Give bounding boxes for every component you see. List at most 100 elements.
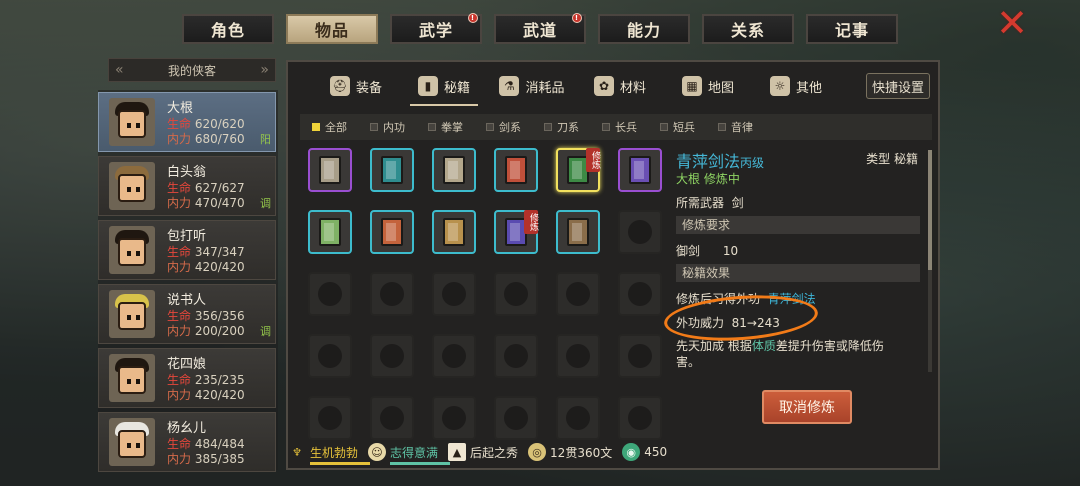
checkbox-icon [602,123,610,131]
tab-maps[interactable]: ▦ 地图 [664,66,752,106]
scrollbar-thumb[interactable] [928,150,932,270]
empty-slot[interactable] [494,272,538,316]
status-mood: ☺ 志得意满 [368,443,451,465]
party-header-label: 我的侠客 [167,63,216,78]
manual-slot[interactable] [494,148,538,192]
empty-slot[interactable] [308,334,352,378]
manual-slot[interactable] [432,210,476,254]
member-tag: 调 [260,197,271,210]
tab-relations[interactable]: 关系 [702,14,794,44]
filter-inner[interactable]: 内功 [370,119,428,135]
manual-slot[interactable] [308,148,352,192]
empty-slot[interactable] [494,334,538,378]
filter-long-weapon[interactable]: 长兵 [602,119,660,135]
empty-slot[interactable] [432,272,476,316]
filter-music[interactable]: 音律 [718,119,776,135]
map-icon: ▦ [681,76,702,96]
empty-slot[interactable] [556,396,600,440]
tab-martial-arts[interactable]: 武学! [390,13,482,44]
book-icon [629,156,651,184]
tab-equipment[interactable]: ⛑ 装备 [312,66,400,106]
empty-slot[interactable] [618,272,662,316]
tab-abilities[interactable]: 能力 [598,14,690,44]
avatar [109,98,155,146]
party-member[interactable]: 花四娘 生命 235/235 内力 420/420 [98,348,276,408]
manual-slot[interactable]: 修炼 [556,148,600,192]
empty-slot[interactable] [370,396,414,440]
tab-other[interactable]: ☼ 其他 [752,66,840,106]
tab-martial-path[interactable]: 武道! [494,13,586,44]
muscle-icon: ♆ [292,445,302,459]
empty-slot[interactable] [494,396,538,440]
party-list: 大根 生命 620/620 内力 680/760 阳 白头翁 生命 627/62… [98,90,278,472]
filter-fist[interactable]: 拳掌 [428,119,486,135]
face-icon: ☺ [368,443,387,461]
member-name: 白头翁 [167,165,207,180]
party-member[interactable]: 包打听 生命 347/347 内力 420/420 [98,220,276,280]
empty-slot[interactable] [556,334,600,378]
manual-slot[interactable] [308,210,352,254]
member-mp: 内力 385/385 [167,452,245,466]
filter-all[interactable]: 全部 [312,119,370,135]
tab-items[interactable]: 物品 [286,14,378,44]
requirement-section: 修炼要求 [676,216,920,234]
avatar [109,162,155,210]
member-name: 说书人 [167,293,207,308]
empty-slot[interactable] [370,334,414,378]
empty-slot[interactable] [618,396,662,440]
empty-slot[interactable] [432,334,476,378]
tab-manuals[interactable]: ▮ 秘籍 [400,66,488,106]
cultivating-badge: 修炼 [524,210,538,234]
item-type: 类型 秘籍 [866,152,918,166]
party-member[interactable]: 白头翁 生命 627/627 内力 470/470 调 [98,156,276,216]
empty-slot[interactable] [308,272,352,316]
empty-slot[interactable] [618,334,662,378]
tab-materials[interactable]: ✿ 材料 [576,66,664,106]
filter-bar: 全部 内功 拳掌 剑系 刀系 长兵 短兵 音律 [300,114,932,140]
quick-settings-button[interactable]: 快捷设置 [866,73,930,99]
checkbox-icon [370,123,378,131]
book-icon [505,156,527,184]
empty-slot[interactable] [370,272,414,316]
manual-slot[interactable] [370,210,414,254]
empty-slot[interactable] [618,210,662,254]
misc-icon: ☼ [769,76,790,96]
empty-slot[interactable] [308,396,352,440]
member-mp: 内力 420/420 [167,388,245,402]
filter-blade[interactable]: 刀系 [544,119,602,135]
close-icon[interactable]: ✕ [995,4,1029,42]
empty-slot[interactable] [432,396,476,440]
member-name: 包打听 [167,229,207,244]
tab-character[interactable]: 角色 [182,14,274,44]
manual-slot[interactable] [432,148,476,192]
notification-dot-icon: ! [572,13,582,23]
empty-slot[interactable] [556,272,600,316]
party-member[interactable]: 杨幺儿 生命 484/484 内力 385/385 [98,412,276,472]
chevron-left-icon[interactable]: « [115,62,124,78]
manual-slot[interactable] [556,210,600,254]
status-rank: ▲ 后起之秀 [448,443,518,461]
member-name: 杨幺儿 [167,421,207,436]
party-member[interactable]: 说书人 生命 356/356 内力 200/200 调 [98,284,276,344]
member-mp: 内力 420/420 [167,260,245,274]
checkbox-icon [544,123,552,131]
filter-sword[interactable]: 剑系 [486,119,544,135]
manual-slot[interactable] [370,148,414,192]
tab-journal[interactable]: 记事 [806,14,898,44]
manual-slot[interactable] [618,148,662,192]
top-tab-bar: 角色 物品 武学! 武道! 能力 关系 记事 [182,13,898,44]
party-member[interactable]: 大根 生命 620/620 内力 680/760 阳 [98,92,276,152]
chevron-right-icon[interactable]: » [260,62,269,78]
book-icon [443,218,465,246]
member-name: 花四娘 [167,357,207,372]
vitality-bar [310,462,370,465]
cancel-cultivation-button[interactable]: 取消修炼 [762,390,852,424]
herb-icon: ✿ [593,76,614,96]
coin-icon: ◎ [528,443,547,461]
member-tag: 阳 [260,133,271,146]
required-weapon: 所需武器 剑 [676,196,744,210]
tab-consumables[interactable]: ⚗ 消耗品 [488,66,576,106]
member-name: 大根 [167,101,194,116]
filter-short-weapon[interactable]: 短兵 [660,119,718,135]
manual-slot[interactable]: 修炼 [494,210,538,254]
